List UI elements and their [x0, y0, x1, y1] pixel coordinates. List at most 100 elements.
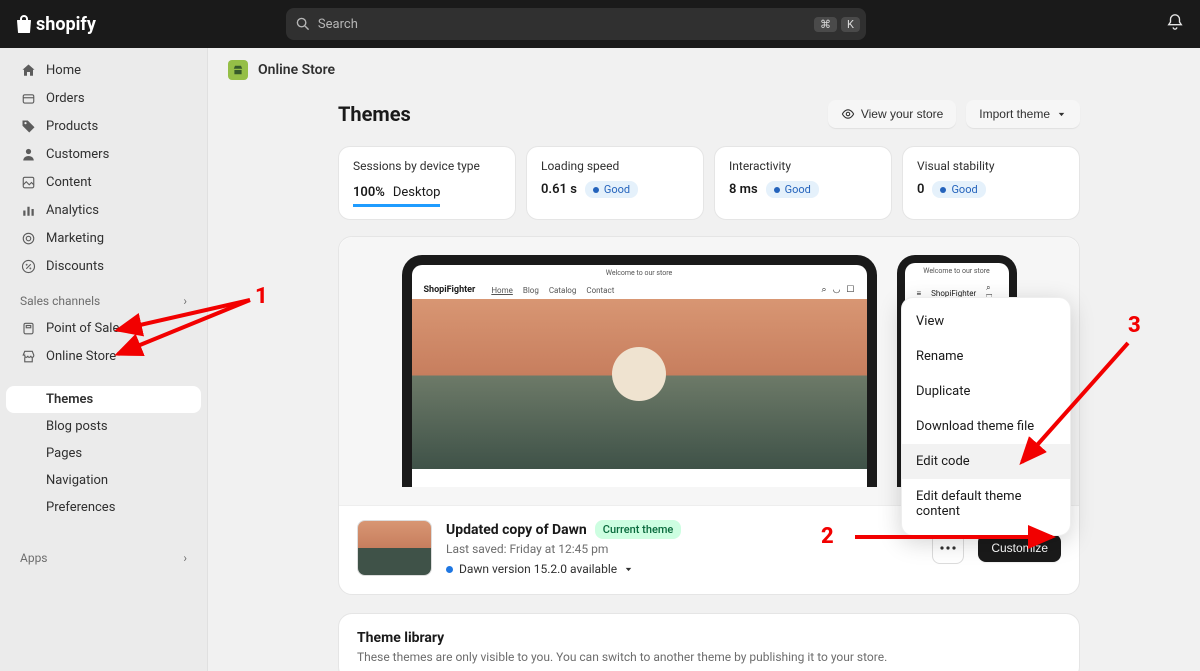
- sidebar-item-label: Blog posts: [46, 419, 108, 434]
- theme-last-saved: Last saved: Friday at 12:45 pm: [446, 542, 918, 556]
- store-nav-link: Contact: [586, 286, 614, 295]
- subnav-blogposts[interactable]: Blog posts: [6, 413, 201, 440]
- current-theme-badge: Current theme: [595, 520, 682, 539]
- sidebar-item-label: Content: [46, 175, 92, 190]
- subnav-preferences[interactable]: Preferences: [6, 494, 201, 521]
- store-nav-icons: ⌕ ◡ ☐: [822, 285, 855, 295]
- sidebar-item-label: Marketing: [46, 231, 104, 246]
- pos-icon: [20, 320, 36, 336]
- metric-sub: Desktop: [393, 185, 441, 200]
- title-bar: Themes View your store Import theme: [338, 100, 1080, 128]
- sidebar-item-label: Themes: [46, 392, 93, 407]
- sidebar-item-discounts[interactable]: Discounts: [6, 252, 201, 280]
- discount-icon: [20, 258, 36, 274]
- store-icon: [20, 348, 36, 364]
- sidebar-item-label: Pages: [46, 446, 82, 461]
- theme-more-button[interactable]: [932, 532, 964, 564]
- sidebar-item-label: Home: [46, 63, 81, 78]
- search-icon: ⌕: [822, 285, 827, 295]
- sales-channels-heading: Sales channels›: [6, 280, 201, 314]
- sidebar-item-customers[interactable]: Customers: [6, 140, 201, 168]
- chevron-down-icon: [1056, 109, 1067, 120]
- store-nav: ShopiFighter Home Blog Catalog Contact ⌕…: [412, 281, 867, 299]
- metric-badge: Good: [932, 181, 985, 198]
- store-nav-link: Home: [491, 286, 513, 295]
- notification-bell-icon[interactable]: [1166, 13, 1184, 35]
- metric-sessions[interactable]: Sessions by device type 100%Desktop: [338, 146, 516, 220]
- button-label: Customize: [991, 541, 1048, 555]
- sidebar-item-marketing[interactable]: Marketing: [6, 224, 201, 252]
- sidebar-item-online-store[interactable]: Online Store: [6, 342, 201, 370]
- subnav-pages[interactable]: Pages: [6, 440, 201, 467]
- shopping-bag-icon: [16, 15, 32, 33]
- content-icon: [20, 174, 36, 190]
- bag-icon: ☐: [846, 285, 854, 295]
- metric-value: 0.61 s: [541, 182, 577, 197]
- metric-value: 100%: [353, 185, 385, 200]
- theme-version-row[interactable]: Dawn version 15.2.0 available: [446, 562, 918, 576]
- analytics-icon: [20, 202, 36, 218]
- theme-thumbnail: [357, 520, 432, 576]
- metric-stability[interactable]: Visual stability 0Good: [902, 146, 1080, 220]
- search-input[interactable]: Search ⌘K: [286, 8, 866, 40]
- metric-title: Loading speed: [541, 159, 689, 173]
- menu-item-duplicate[interactable]: Duplicate: [902, 374, 1070, 409]
- sidebar-item-label: Analytics: [46, 203, 99, 218]
- sidebar-item-home[interactable]: Home: [6, 56, 201, 84]
- sidebar-item-label: Products: [46, 119, 98, 134]
- subnav-navigation[interactable]: Navigation: [6, 467, 201, 494]
- metric-value: 8 ms: [729, 182, 758, 197]
- shopify-logo: shopify: [16, 14, 96, 35]
- person-icon: ◡: [833, 285, 841, 295]
- eye-icon: [841, 107, 855, 121]
- store-nav-link: Blog: [523, 286, 539, 295]
- sidebar-item-content[interactable]: Content: [6, 168, 201, 196]
- theme-library-card: Theme library These themes are only visi…: [338, 613, 1080, 671]
- sidebar-item-pos[interactable]: Point of Sale: [6, 314, 201, 342]
- update-dot-icon: [446, 566, 453, 573]
- tag-icon: [20, 118, 36, 134]
- search-icon: ⌕: [986, 283, 990, 292]
- sidebar-item-orders[interactable]: Orders: [6, 84, 201, 112]
- search-placeholder: Search: [318, 17, 358, 32]
- subnav-themes[interactable]: Themes: [6, 386, 201, 413]
- theme-version: Dawn version 15.2.0 available: [459, 562, 617, 576]
- desktop-preview[interactable]: Welcome to our store ShopiFighter Home B…: [402, 255, 877, 487]
- more-horizontal-icon: [940, 546, 956, 550]
- main-content: Online Store Themes View your store Impo…: [208, 48, 1200, 671]
- menu-item-view[interactable]: View: [902, 304, 1070, 339]
- library-title: Theme library: [357, 630, 1061, 646]
- sidebar-item-label: Preferences: [46, 500, 115, 515]
- menu-item-edit-code[interactable]: Edit code: [902, 444, 1070, 479]
- menu-item-edit-default[interactable]: Edit default theme content: [902, 479, 1070, 529]
- sidebar-item-label: Navigation: [46, 473, 108, 488]
- menu-item-rename[interactable]: Rename: [902, 339, 1070, 374]
- store-announcement: Welcome to our store: [905, 263, 1009, 279]
- theme-name: Updated copy of Dawn: [446, 522, 587, 538]
- search-kbd: ⌘K: [814, 17, 860, 32]
- store-app-icon: [228, 60, 248, 80]
- sidebar-item-analytics[interactable]: Analytics: [6, 196, 201, 224]
- store-hero: [412, 299, 867, 469]
- customize-button[interactable]: Customize: [978, 534, 1061, 562]
- button-label: View your store: [861, 107, 943, 121]
- menu-item-download[interactable]: Download theme file: [902, 409, 1070, 444]
- sidebar-item-products[interactable]: Products: [6, 112, 201, 140]
- marketing-icon: [20, 230, 36, 246]
- sidebar-item-label: Point of Sale: [46, 321, 119, 336]
- search-icon: [296, 17, 310, 31]
- sidebar-item-label: Discounts: [46, 259, 104, 274]
- metric-title: Interactivity: [729, 159, 877, 173]
- apps-heading[interactable]: Apps›: [6, 537, 201, 571]
- home-icon: [20, 62, 36, 78]
- current-theme-card: Welcome to our store ShopiFighter Home B…: [338, 236, 1080, 595]
- page-title: Themes: [338, 102, 411, 126]
- metric-badge: Good: [585, 181, 638, 198]
- metric-interactivity[interactable]: Interactivity 8 msGood: [714, 146, 892, 220]
- import-theme-button[interactable]: Import theme: [966, 100, 1080, 128]
- metric-loading[interactable]: Loading speed 0.61 s Good: [526, 146, 704, 220]
- chevron-right-icon[interactable]: ›: [183, 294, 187, 308]
- sidebar-item-label: Online Store: [46, 349, 116, 364]
- view-store-button[interactable]: View your store: [828, 100, 956, 128]
- sidebar: Home Orders Products Customers Content A…: [0, 48, 208, 671]
